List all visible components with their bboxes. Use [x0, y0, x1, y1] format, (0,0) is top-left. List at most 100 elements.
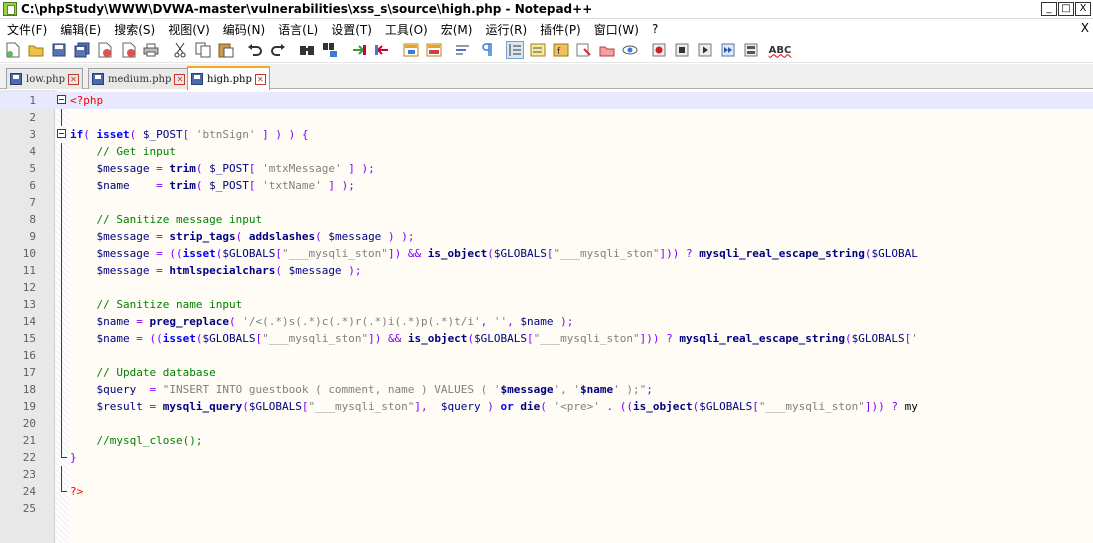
code-line[interactable]: 25: [0, 500, 1093, 517]
folder-workspace-icon[interactable]: [575, 41, 593, 59]
code-editor[interactable]: 1 <?php 2 3 if( isset( $_POST[ 'btnSign' ] )…: [0, 90, 1093, 543]
paste-icon[interactable]: [217, 41, 235, 59]
code-line[interactable]: 23: [0, 466, 1093, 483]
code-line[interactable]: 21 //mysql_close();: [0, 432, 1093, 449]
minimize-button[interactable]: _: [1041, 2, 1057, 16]
code-line[interactable]: 20: [0, 415, 1093, 432]
cut-icon[interactable]: [171, 41, 189, 59]
save-icon[interactable]: [50, 41, 68, 59]
code-line[interactable]: 12: [0, 279, 1093, 296]
code-line[interactable]: 5 $message = trim( $_POST[ 'mtxMessage' …: [0, 160, 1093, 177]
eye-icon[interactable]: [621, 41, 639, 59]
code-line[interactable]: 3 if( isset( $_POST[ 'btnSign' ] ) ) {: [0, 126, 1093, 143]
code-line[interactable]: 22}: [0, 449, 1093, 466]
code-text: <?php: [70, 94, 104, 107]
maximize-button[interactable]: □: [1058, 2, 1074, 16]
close-all-icon[interactable]: [119, 41, 137, 59]
notepad-plus-plus-icon: [3, 2, 17, 16]
code-line[interactable]: 15 $name = ((isset($GLOBALS["___mysqli_s…: [0, 330, 1093, 347]
menu-help[interactable]: ?: [652, 22, 658, 36]
menu-settings[interactable]: 设置(T): [331, 21, 372, 38]
line-number: 5: [29, 162, 36, 175]
undo-icon[interactable]: [246, 41, 264, 59]
function-list-icon[interactable]: f: [552, 41, 570, 59]
menu-run[interactable]: 运行(R): [485, 21, 527, 38]
code-line[interactable]: 7: [0, 194, 1093, 211]
fold-line-marker: [57, 330, 67, 347]
indent-guide-icon[interactable]: [506, 41, 524, 59]
line-number: 10: [22, 247, 36, 260]
fold-line-marker: [57, 279, 67, 296]
stop-macro-icon[interactable]: [673, 41, 691, 59]
menu-plugins[interactable]: 插件(P): [540, 21, 581, 38]
close-document-button[interactable]: X: [1081, 21, 1089, 35]
menu-view[interactable]: 视图(V): [168, 21, 210, 38]
zoom-in-icon[interactable]: [350, 41, 368, 59]
find-icon[interactable]: [298, 41, 316, 59]
tab-close-icon[interactable]: ✕: [174, 73, 186, 85]
tab-label: high.php: [207, 73, 252, 85]
print-icon[interactable]: [142, 41, 160, 59]
new-file-icon[interactable]: [4, 41, 22, 59]
menu-edit[interactable]: 编辑(E): [60, 21, 101, 38]
line-number: 24: [22, 485, 36, 498]
code-line[interactable]: 16: [0, 347, 1093, 364]
fold-line-marker: [57, 415, 67, 432]
code-line[interactable]: 17 // Update database: [0, 364, 1093, 381]
fold-toggle-icon[interactable]: [57, 126, 67, 143]
run-macro-multiple-icon[interactable]: [719, 41, 737, 59]
tab-high-php[interactable]: high.php ✕: [187, 66, 270, 90]
menu-search[interactable]: 搜索(S): [114, 21, 155, 38]
tab-low-php[interactable]: low.php ✕: [6, 68, 84, 89]
line-number: 23: [22, 468, 36, 481]
save-all-icon[interactable]: [73, 41, 91, 59]
code-line[interactable]: 9 $message = strip_tags( addslashes( $me…: [0, 228, 1093, 245]
code-line[interactable]: 4 // Get input: [0, 143, 1093, 160]
fold-line-marker: [57, 466, 67, 483]
code-line[interactable]: 11 $message = htmlspecialchars( $message…: [0, 262, 1093, 279]
tab-medium-php[interactable]: medium.php ✕: [88, 68, 190, 89]
line-number: 16: [22, 349, 36, 362]
line-number: 8: [29, 213, 36, 226]
tab-close-icon[interactable]: ✕: [254, 73, 266, 85]
doc-map-icon[interactable]: [529, 41, 547, 59]
menu-window[interactable]: 窗口(W): [594, 21, 639, 38]
code-line[interactable]: 6 $name = trim( $_POST[ 'txtName' ] );: [0, 177, 1093, 194]
code-text: $name = preg_replace( '/<(.*)s(.*)c(.*)r…: [96, 315, 574, 328]
monitor-icon[interactable]: [598, 41, 616, 59]
code-line[interactable]: 24 ?>: [0, 483, 1093, 500]
close-window-button[interactable]: X: [1075, 2, 1091, 16]
sync-horizontal-icon[interactable]: [425, 41, 443, 59]
fold-toggle-icon[interactable]: [57, 92, 67, 109]
code-text: $query = "INSERT INTO guestbook ( commen…: [96, 383, 653, 396]
code-line[interactable]: 14 $name = preg_replace( '/<(.*)s(.*)c(.…: [0, 313, 1093, 330]
code-line[interactable]: 2: [0, 109, 1093, 126]
code-line[interactable]: 1 <?php: [0, 92, 1093, 109]
zoom-out-icon[interactable]: [373, 41, 391, 59]
copy-icon[interactable]: [194, 41, 212, 59]
line-number: 4: [29, 145, 36, 158]
word-wrap-icon[interactable]: [454, 41, 472, 59]
menu-tools[interactable]: 工具(O): [385, 21, 428, 38]
code-line[interactable]: 19 $result = mysqli_query($GLOBALS["___m…: [0, 398, 1093, 415]
replace-icon[interactable]: [321, 41, 339, 59]
code-line[interactable]: 13 // Sanitize name input: [0, 296, 1093, 313]
menu-bar: 文件(F) 编辑(E) 搜索(S) 视图(V) 编码(N) 语言(L) 设置(T…: [0, 20, 1093, 38]
sync-vertical-icon[interactable]: [402, 41, 420, 59]
code-line[interactable]: 10 $message = ((isset($GLOBALS["___mysql…: [0, 245, 1093, 262]
close-icon[interactable]: [96, 41, 114, 59]
play-macro-icon[interactable]: [696, 41, 714, 59]
redo-icon[interactable]: [269, 41, 287, 59]
save-macro-icon[interactable]: [742, 41, 760, 59]
code-line[interactable]: 18 $query = "INSERT INTO guestbook ( com…: [0, 381, 1093, 398]
code-line[interactable]: 8 // Sanitize message input: [0, 211, 1093, 228]
tab-close-icon[interactable]: ✕: [68, 73, 80, 85]
menu-encoding[interactable]: 编码(N): [223, 21, 265, 38]
open-file-icon[interactable]: [27, 41, 45, 59]
spell-check-icon[interactable]: ABC: [769, 41, 792, 59]
record-macro-icon[interactable]: [650, 41, 668, 59]
menu-language[interactable]: 语言(L): [278, 21, 318, 38]
show-all-chars-icon[interactable]: [477, 41, 495, 59]
menu-macro[interactable]: 宏(M): [441, 21, 473, 38]
menu-file[interactable]: 文件(F): [7, 21, 47, 38]
